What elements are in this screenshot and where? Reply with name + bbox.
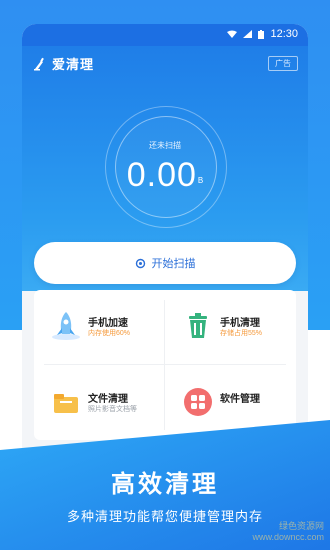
app-header: 爱清理: [32, 54, 94, 73]
app-title: 爱清理: [52, 57, 95, 72]
trash-icon: [189, 313, 207, 338]
tool-title: 手机清理: [220, 318, 260, 329]
battery-icon: [258, 29, 265, 39]
scan-value: 0.00: [126, 156, 197, 194]
status-time: 12:30: [270, 28, 298, 40]
tool-title: 手机加速: [88, 318, 128, 329]
folder-icon: [54, 394, 78, 413]
promo-banner: 高效清理 多种清理功能帮您便捷管理内存 绿色资源网 www.downcc.com: [0, 420, 330, 550]
tool-title: 软件管理: [220, 394, 260, 405]
apps-icon: [184, 388, 212, 416]
signal-icon: [243, 30, 253, 38]
scan-result: 0.00B: [22, 156, 308, 195]
broom-icon: [34, 57, 44, 70]
start-scan-label: 开始扫描: [151, 258, 196, 270]
wifi-icon: [227, 30, 238, 38]
grid-divider-horizontal: [44, 364, 286, 365]
refresh-icon: [135, 258, 145, 268]
ad-badge[interactable]: 广告: [268, 56, 298, 71]
start-scan-button[interactable]: 开始扫描: [34, 242, 296, 284]
tool-phone-clean[interactable]: 手机清理 存储占用55%: [166, 290, 296, 364]
status-icons: 12:30: [227, 28, 298, 40]
rocket-icon: [52, 312, 80, 340]
tool-subtitle: 照片影音文档等: [88, 406, 137, 413]
tools-grid: 手机加速 内存使用60% 手机清理 存储占用55% 文件清理 照片影音文档等 软…: [34, 290, 296, 440]
tool-title: 文件清理: [88, 394, 128, 405]
status-bar: 12:30: [22, 24, 308, 46]
watermark-line1: 绿色资源网: [278, 521, 324, 531]
tool-subtitle: 存储占用55%: [220, 330, 263, 337]
scan-status: 还未扫描: [149, 141, 181, 150]
watermark: 绿色资源网 www.downcc.com: [252, 519, 324, 542]
promo-title: 高效清理: [111, 471, 219, 498]
scan-unit: B: [197, 176, 204, 185]
grid-divider-vertical: [164, 300, 165, 430]
tool-phone-speedup[interactable]: 手机加速 内存使用60%: [34, 290, 164, 364]
watermark-line2: www.downcc.com: [252, 532, 324, 542]
tool-subtitle: 内存使用60%: [88, 330, 131, 337]
